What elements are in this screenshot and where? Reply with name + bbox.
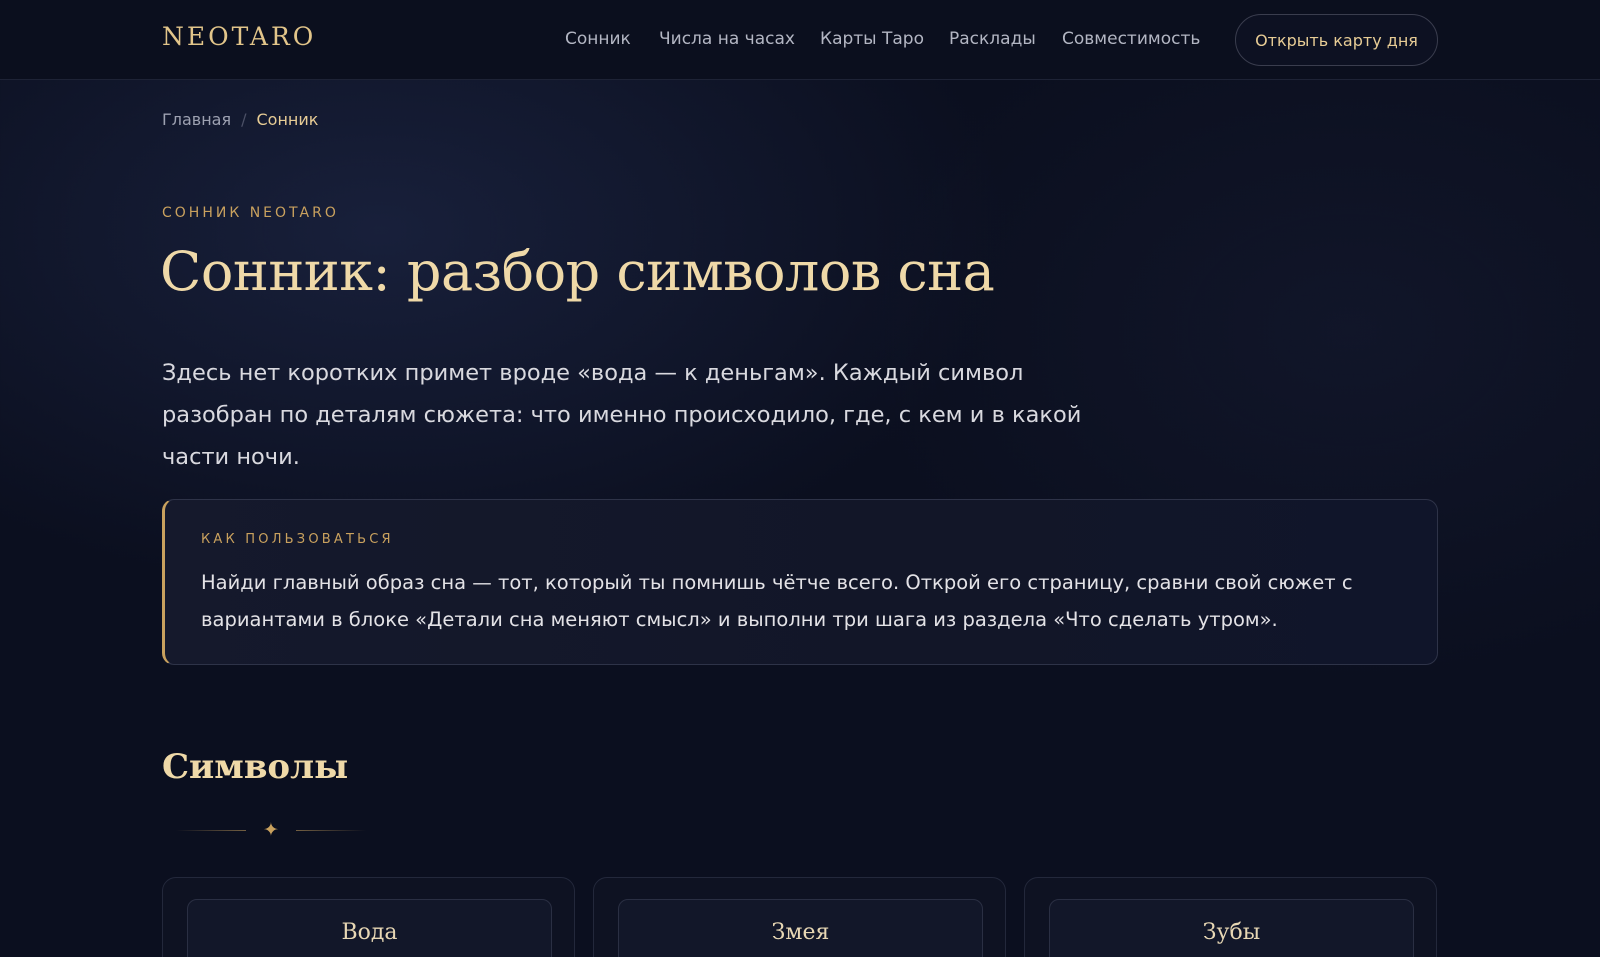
symbol-card-title: Зубы bbox=[1202, 920, 1261, 945]
symbol-card-inner: Зубы bbox=[1049, 899, 1414, 957]
breadcrumb-separator: / bbox=[241, 110, 247, 129]
symbol-card-water[interactable]: Вода bbox=[162, 877, 575, 957]
divider-line-left bbox=[176, 830, 246, 831]
page-title: Сонник: разбор символов сна bbox=[160, 240, 995, 303]
sparkle-icon: ✦ bbox=[263, 819, 279, 841]
site-logo[interactable]: NEOTARO bbox=[162, 22, 316, 51]
nav-item-sonnik[interactable]: Сонник bbox=[565, 29, 631, 49]
nav-item-spreads[interactable]: Расклады bbox=[949, 29, 1036, 49]
how-to-use-text: Найди главный образ сна — тот, который т… bbox=[201, 571, 1353, 631]
ornament-divider: ✦ bbox=[176, 818, 376, 842]
symbol-card-title: Змея bbox=[771, 920, 830, 945]
symbol-card-inner: Вода bbox=[187, 899, 552, 957]
hero-lead: Здесь нет коротких примет вроде «вода — … bbox=[162, 360, 1082, 470]
breadcrumb-home-link[interactable]: Главная bbox=[162, 110, 231, 129]
divider-line-right bbox=[296, 830, 366, 831]
symbol-card-title: Вода bbox=[341, 920, 398, 945]
open-daily-card-button[interactable]: Открыть карту дня bbox=[1235, 14, 1438, 66]
nav-item-compatibility[interactable]: Совместимость bbox=[1062, 29, 1200, 49]
symbol-card-teeth[interactable]: Зубы bbox=[1024, 877, 1437, 957]
breadcrumb: Главная / Сонник bbox=[162, 110, 318, 129]
nav-item-tarot-cards[interactable]: Карты Таро bbox=[820, 29, 924, 49]
breadcrumb-current: Сонник bbox=[256, 110, 319, 129]
symbols-section-title: Символы bbox=[162, 747, 349, 787]
hero-eyebrow: СОННИК NEOTARO bbox=[162, 205, 339, 221]
how-to-use-label: КАК ПОЛЬЗОВАТЬСЯ bbox=[201, 532, 394, 547]
symbol-card-inner: Змея bbox=[618, 899, 983, 957]
how-to-use-callout: КАК ПОЛЬЗОВАТЬСЯ Найди главный образ сна… bbox=[162, 499, 1438, 665]
site-header: NEOTARO Сонник Числа на часах Карты Таро… bbox=[0, 0, 1600, 80]
nav-item-clock-numbers[interactable]: Числа на часах bbox=[659, 29, 795, 49]
symbol-card-snake[interactable]: Змея bbox=[593, 877, 1006, 957]
